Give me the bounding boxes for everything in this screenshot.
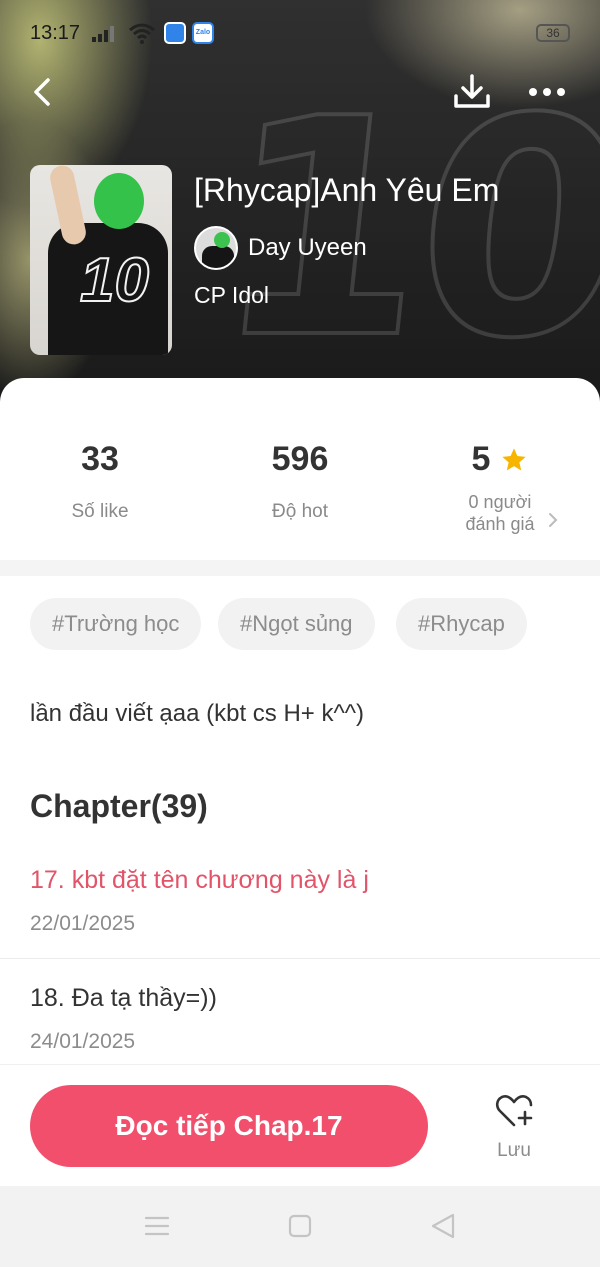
zalo-app-icon: Zalo <box>192 22 214 44</box>
avatar-shirt-shape <box>202 246 234 268</box>
chevron-right-icon[interactable] <box>546 511 560 529</box>
stats-card: 33 Số like 596 Độ hot 5 0 người đánh giá <box>0 378 600 560</box>
chapter-date: 22/01/2025 <box>30 912 136 935</box>
rating-value: 5 <box>471 440 491 478</box>
status-time: 13:17 <box>30 22 81 44</box>
author-name[interactable]: Day Uyeen <box>248 234 367 262</box>
divider <box>0 958 600 959</box>
book-category[interactable]: CP Idol <box>194 282 269 309</box>
chapter-list-heading[interactable]: Chapter(39) <box>30 788 208 825</box>
likes-value: 33 <box>81 440 119 478</box>
bottom-action-bar: Đọc tiếp Chap.17 Lưu <box>0 1064 600 1186</box>
system-navigation-bar <box>0 1186 600 1267</box>
rating-caption-label: đánh giá <box>465 514 535 534</box>
book-detail-content: #Trường học #Ngọt sủng #Rhycap lần đầu v… <box>0 576 600 1066</box>
chapter-title: 18. Đa tạ thầy=)) <box>30 984 217 1012</box>
more-dots-icon[interactable] <box>524 70 570 114</box>
download-icon[interactable] <box>450 70 494 114</box>
hot-label: Độ hot <box>272 501 328 522</box>
tag-chip[interactable]: #Ngọt sủng <box>218 598 375 650</box>
back-chevron-icon[interactable] <box>22 70 66 114</box>
chapter-date: 24/01/2025 <box>30 1030 136 1053</box>
author-avatar[interactable] <box>194 226 238 270</box>
rating-count-label: 0 người <box>468 492 532 512</box>
cover-green-hair-shape <box>94 173 144 229</box>
book-title: [Rhycap]Anh Yêu Em <box>194 172 500 208</box>
battery-icon: 36 <box>536 24 570 42</box>
cover-jersey-number: 10 <box>79 245 150 316</box>
book-description: lần đầu viết ạaa (kbt cs H+ k^^) <box>30 700 365 727</box>
save-button[interactable]: Lưu <box>470 1091 558 1165</box>
stat-hot: 596 Độ hot <box>200 440 400 523</box>
heart-plus-icon <box>495 1095 533 1127</box>
square-home-icon[interactable] <box>288 1214 312 1238</box>
wifi-icon <box>129 23 155 44</box>
status-bar: 13:17 Zalo 36 <box>0 0 600 66</box>
cellular-signal-icon <box>92 26 114 42</box>
triangle-back-icon[interactable] <box>430 1212 456 1240</box>
star-icon <box>502 447 527 470</box>
menu-lines-icon[interactable] <box>144 1214 170 1238</box>
tag-chip[interactable]: #Rhycap <box>396 598 527 650</box>
hot-value: 596 <box>271 440 329 478</box>
stat-likes: 33 Số like <box>0 440 200 523</box>
avatar-head-shape <box>214 232 230 248</box>
tag-chip[interactable]: #Trường học <box>30 598 202 650</box>
chapter-title: 17. kbt đặt tên chương này là j <box>30 866 369 894</box>
stat-rating[interactable]: 5 0 người đánh giá <box>400 440 600 535</box>
continue-reading-button[interactable]: Đọc tiếp Chap.17 <box>30 1085 428 1167</box>
likes-label: Số like <box>71 501 129 522</box>
book-cover[interactable]: 10 <box>30 165 172 355</box>
notification-app-icon <box>164 22 186 44</box>
save-label: Lưu <box>497 1140 531 1161</box>
